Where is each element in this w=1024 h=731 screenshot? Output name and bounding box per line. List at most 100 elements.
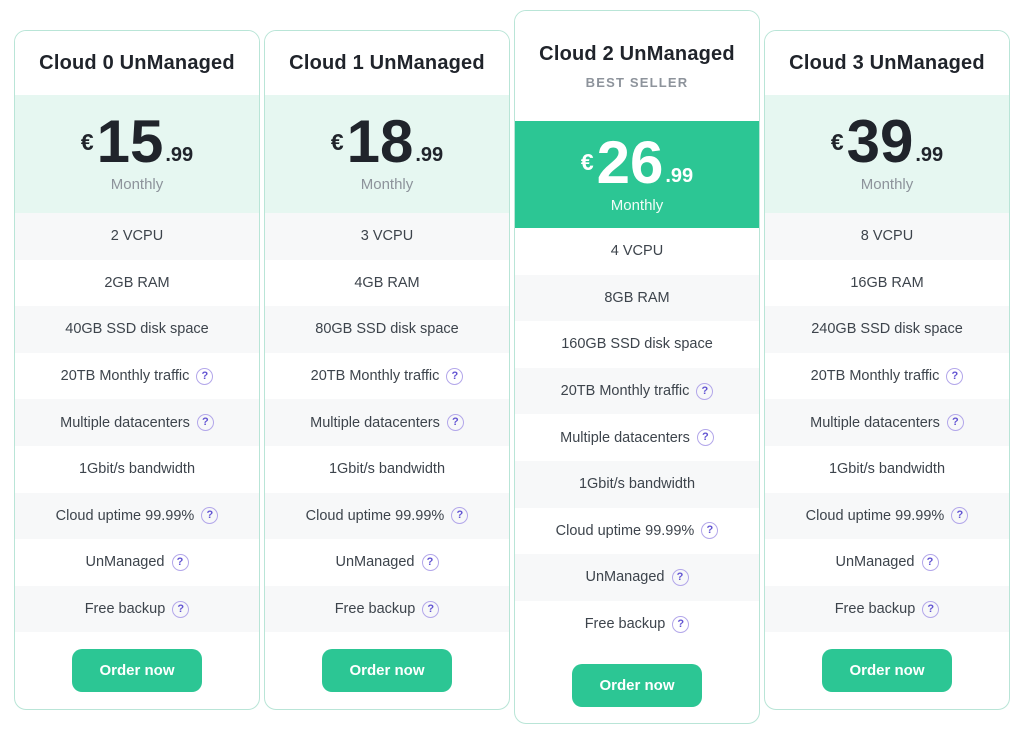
feature-label: 1Gbit/s bandwidth xyxy=(829,461,945,477)
pricing-card-cloud-2-best-seller: Cloud 2 UnManaged BEST SELLER € 26 .99 M… xyxy=(514,10,760,724)
feature-row: Multiple datacenters? xyxy=(515,414,759,461)
price-band: € 18 .99 Monthly xyxy=(265,95,509,213)
price-decimal: .99 xyxy=(165,145,193,169)
order-now-button[interactable]: Order now xyxy=(322,649,451,692)
feature-row: Free backup? xyxy=(265,586,509,633)
help-icon[interactable]: ? xyxy=(447,414,464,431)
card-header: Cloud 3 UnManaged xyxy=(765,31,1009,95)
feature-label: 2 VCPU xyxy=(111,228,163,244)
pricing-card-cloud-0: Cloud 0 UnManaged € 15 .99 Monthly 2 VCP… xyxy=(14,30,260,710)
price: € 18 .99 xyxy=(331,115,443,169)
cta-area: Order now xyxy=(15,632,259,709)
feature-label: 240GB SSD disk space xyxy=(811,321,963,337)
feature-list: 8 VCPU 16GB RAM 240GB SSD disk space 20T… xyxy=(765,213,1009,632)
help-icon[interactable]: ? xyxy=(922,601,939,618)
feature-row: UnManaged? xyxy=(15,539,259,586)
price-decimal: .99 xyxy=(665,166,693,190)
feature-label: Free backup xyxy=(585,616,666,632)
feature-row: Free backup? xyxy=(765,586,1009,633)
feature-row: 20TB Monthly traffic? xyxy=(265,353,509,400)
feature-row: 4 VCPU xyxy=(515,228,759,275)
feature-row: 160GB SSD disk space xyxy=(515,321,759,368)
feature-label: UnManaged xyxy=(336,554,415,570)
feature-label: 4 VCPU xyxy=(611,243,663,259)
feature-row: 1Gbit/s bandwidth xyxy=(265,446,509,493)
feature-label: 20TB Monthly traffic xyxy=(811,368,940,384)
feature-row: 1Gbit/s bandwidth xyxy=(15,446,259,493)
cta-area: Order now xyxy=(765,632,1009,709)
billing-period: Monthly xyxy=(361,176,414,193)
feature-label: 40GB SSD disk space xyxy=(65,321,208,337)
help-icon[interactable]: ? xyxy=(422,601,439,618)
feature-row: 2GB RAM xyxy=(15,260,259,307)
help-icon[interactable]: ? xyxy=(696,383,713,400)
order-now-button[interactable]: Order now xyxy=(822,649,951,692)
help-icon[interactable]: ? xyxy=(196,368,213,385)
feature-row: Free backup? xyxy=(15,586,259,633)
help-icon[interactable]: ? xyxy=(422,554,439,571)
feature-row: UnManaged? xyxy=(515,554,759,601)
pricing-card-cloud-3: Cloud 3 UnManaged € 39 .99 Monthly 8 VCP… xyxy=(764,30,1010,710)
help-icon[interactable]: ? xyxy=(947,414,964,431)
feature-row: Cloud uptime 99.99%? xyxy=(15,493,259,540)
feature-label: Cloud uptime 99.99% xyxy=(806,508,945,524)
feature-row: Free backup? xyxy=(515,601,759,648)
order-now-button[interactable]: Order now xyxy=(572,664,701,707)
feature-label: 16GB RAM xyxy=(850,275,923,291)
plan-title: Cloud 3 UnManaged xyxy=(789,52,985,75)
feature-row: Cloud uptime 99.99%? xyxy=(515,508,759,555)
price: € 39 .99 xyxy=(831,115,943,169)
feature-row: Multiple datacenters? xyxy=(265,399,509,446)
help-icon[interactable]: ? xyxy=(446,368,463,385)
price-band: € 39 .99 Monthly xyxy=(765,95,1009,213)
help-icon[interactable]: ? xyxy=(951,507,968,524)
feature-row: 20TB Monthly traffic? xyxy=(15,353,259,400)
feature-label: Multiple datacenters xyxy=(560,430,690,446)
currency-symbol: € xyxy=(331,131,344,154)
feature-row: 20TB Monthly traffic? xyxy=(765,353,1009,400)
feature-label: UnManaged xyxy=(836,554,915,570)
help-icon[interactable]: ? xyxy=(172,601,189,618)
feature-label: 8GB RAM xyxy=(604,290,669,306)
feature-row: Cloud uptime 99.99%? xyxy=(765,493,1009,540)
feature-row: 8GB RAM xyxy=(515,275,759,322)
help-icon[interactable]: ? xyxy=(197,414,214,431)
price-band: € 15 .99 Monthly xyxy=(15,95,259,213)
feature-row: 80GB SSD disk space xyxy=(265,306,509,353)
feature-row: 1Gbit/s bandwidth xyxy=(515,461,759,508)
help-icon[interactable]: ? xyxy=(697,429,714,446)
feature-list: 4 VCPU 8GB RAM 160GB SSD disk space 20TB… xyxy=(515,228,759,647)
card-header: Cloud 1 UnManaged xyxy=(265,31,509,95)
feature-label: 80GB SSD disk space xyxy=(315,321,458,337)
pricing-table: Cloud 0 UnManaged € 15 .99 Monthly 2 VCP… xyxy=(0,0,1024,724)
pricing-card-cloud-1: Cloud 1 UnManaged € 18 .99 Monthly 3 VCP… xyxy=(264,30,510,710)
price: € 15 .99 xyxy=(81,115,193,169)
help-icon[interactable]: ? xyxy=(451,507,468,524)
help-icon[interactable]: ? xyxy=(946,368,963,385)
feature-label: Multiple datacenters xyxy=(810,415,940,431)
feature-label: 8 VCPU xyxy=(861,228,913,244)
feature-label: 20TB Monthly traffic xyxy=(311,368,440,384)
help-icon[interactable]: ? xyxy=(701,522,718,539)
feature-row: UnManaged? xyxy=(265,539,509,586)
price-band: € 26 .99 Monthly xyxy=(515,121,759,228)
help-icon[interactable]: ? xyxy=(672,616,689,633)
help-icon[interactable]: ? xyxy=(172,554,189,571)
feature-label: 160GB SSD disk space xyxy=(561,336,713,352)
order-now-button[interactable]: Order now xyxy=(72,649,201,692)
plan-title: Cloud 2 UnManaged xyxy=(539,43,735,66)
feature-row: UnManaged? xyxy=(765,539,1009,586)
feature-label: Cloud uptime 99.99% xyxy=(556,523,695,539)
currency-symbol: € xyxy=(831,131,844,154)
price: € 26 .99 xyxy=(581,136,693,190)
feature-list: 3 VCPU 4GB RAM 80GB SSD disk space 20TB … xyxy=(265,213,509,632)
help-icon[interactable]: ? xyxy=(201,507,218,524)
feature-label: Multiple datacenters xyxy=(60,415,190,431)
feature-row: 3 VCPU xyxy=(265,213,509,260)
feature-label: Free backup xyxy=(835,601,916,617)
help-icon[interactable]: ? xyxy=(672,569,689,586)
feature-row: 16GB RAM xyxy=(765,260,1009,307)
feature-label: 1Gbit/s bandwidth xyxy=(579,476,695,492)
feature-label: 20TB Monthly traffic xyxy=(561,383,690,399)
help-icon[interactable]: ? xyxy=(922,554,939,571)
